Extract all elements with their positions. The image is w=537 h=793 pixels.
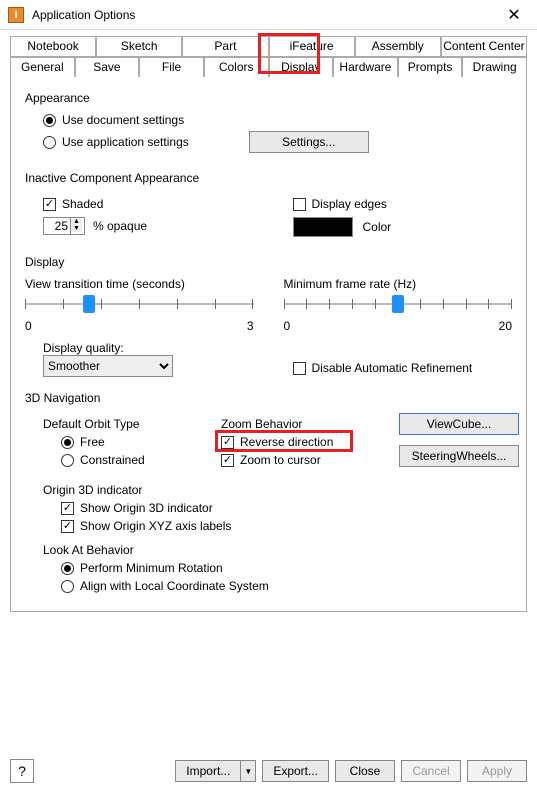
radio-align-local[interactable]: Align with Local Coordinate System	[43, 579, 512, 593]
close-button[interactable]: Close	[335, 760, 395, 782]
radio-orbit-free[interactable]: Free	[43, 435, 213, 449]
tab-general[interactable]: General	[10, 57, 75, 77]
tab-prompts[interactable]: Prompts	[398, 57, 463, 77]
chevron-down-icon[interactable]: ▼	[240, 760, 256, 782]
tab-colors[interactable]: Colors	[204, 57, 269, 77]
check-show-xyz[interactable]: Show Origin XYZ axis labels	[43, 519, 512, 533]
check-show-origin-label: Show Origin 3D indicator	[80, 501, 213, 515]
section-appearance: Appearance	[25, 91, 512, 105]
tab-strip: Notebook Sketch Part iFeature Assembly C…	[10, 36, 527, 77]
frame-max: 20	[499, 319, 512, 333]
color-label: Color	[363, 220, 392, 234]
app-icon: I	[8, 7, 24, 23]
viewcube-button[interactable]: ViewCube...	[399, 413, 519, 435]
import-button[interactable]: Import... ▼	[175, 760, 256, 782]
check-shaded-label: Shaded	[62, 197, 103, 211]
spin-up-icon[interactable]: ▲	[71, 218, 82, 225]
help-button[interactable]: ?	[10, 759, 34, 783]
tab-contentcenter[interactable]: Content Center	[441, 36, 527, 57]
trans-label: View transition time (seconds)	[25, 277, 254, 291]
check-reverse-direction[interactable]: Reverse direction	[221, 435, 391, 449]
section-display: Display	[25, 255, 512, 269]
radio-use-document[interactable]: Use document settings	[43, 113, 512, 127]
section-3dnav: 3D Navigation	[25, 391, 512, 405]
frame-label: Minimum frame rate (Hz)	[284, 277, 513, 291]
radio-min-rotation[interactable]: Perform Minimum Rotation	[43, 561, 512, 575]
export-button[interactable]: Export...	[262, 760, 329, 782]
settings-button[interactable]: Settings...	[249, 131, 369, 153]
tab-part[interactable]: Part	[182, 36, 268, 57]
section-inactive: Inactive Component Appearance	[25, 171, 512, 185]
opaque-label: % opaque	[93, 219, 147, 233]
trans-slider[interactable]	[25, 291, 254, 317]
tab-assembly[interactable]: Assembly	[355, 36, 441, 57]
radio-orbit-constrained-label: Constrained	[80, 453, 145, 467]
close-icon[interactable]: ✕	[499, 5, 529, 25]
opaque-input[interactable]	[44, 218, 70, 234]
check-shaded[interactable]: Shaded	[43, 197, 263, 211]
zoom-label: Zoom Behavior	[221, 417, 391, 431]
check-zoom-cursor-label: Zoom to cursor	[240, 453, 321, 467]
radio-use-application[interactable]: Use application settings	[43, 135, 189, 149]
check-show-xyz-label: Show Origin XYZ axis labels	[80, 519, 231, 533]
color-swatch[interactable]	[293, 217, 353, 237]
tab-display[interactable]: Display	[269, 57, 334, 77]
radio-min-rotation-label: Perform Minimum Rotation	[80, 561, 223, 575]
spin-down-icon[interactable]: ▼	[71, 225, 82, 232]
tab-notebook[interactable]: Notebook	[10, 36, 96, 57]
quality-label: Display quality:	[43, 341, 263, 355]
trans-max: 3	[247, 319, 254, 333]
radio-align-local-label: Align with Local Coordinate System	[80, 579, 269, 593]
apply-button[interactable]: Apply	[467, 760, 527, 782]
check-display-edges-label: Display edges	[312, 197, 387, 211]
window-title: Application Options	[32, 8, 135, 22]
check-show-origin[interactable]: Show Origin 3D indicator	[43, 501, 512, 515]
tab-sketch[interactable]: Sketch	[96, 36, 182, 57]
steeringwheels-button[interactable]: SteeringWheels...	[399, 445, 519, 467]
tab-save[interactable]: Save	[75, 57, 140, 77]
import-button-label: Import...	[175, 760, 240, 782]
check-reverse-direction-label: Reverse direction	[240, 435, 333, 449]
trans-min: 0	[25, 319, 32, 333]
check-zoom-cursor[interactable]: Zoom to cursor	[221, 453, 391, 467]
opaque-spinner[interactable]: ▲▼	[43, 217, 85, 235]
frame-slider[interactable]	[284, 291, 513, 317]
tab-hardware[interactable]: Hardware	[333, 57, 398, 77]
cancel-button[interactable]: Cancel	[401, 760, 461, 782]
check-disable-refine-label: Disable Automatic Refinement	[312, 361, 473, 375]
radio-orbit-constrained[interactable]: Constrained	[43, 453, 213, 467]
origin-label: Origin 3D indicator	[43, 483, 512, 497]
tab-file[interactable]: File	[139, 57, 204, 77]
check-disable-refine[interactable]: Disable Automatic Refinement	[293, 361, 513, 375]
frame-min: 0	[284, 319, 291, 333]
radio-orbit-free-label: Free	[80, 435, 105, 449]
radio-use-application-label: Use application settings	[62, 135, 189, 149]
quality-select[interactable]: Smoother	[43, 355, 173, 377]
radio-use-document-label: Use document settings	[62, 113, 184, 127]
check-display-edges[interactable]: Display edges	[293, 197, 513, 211]
tab-drawing[interactable]: Drawing	[462, 57, 527, 77]
lookat-label: Look At Behavior	[43, 543, 512, 557]
tab-ifeature[interactable]: iFeature	[269, 36, 355, 57]
orbit-label: Default Orbit Type	[43, 417, 213, 431]
